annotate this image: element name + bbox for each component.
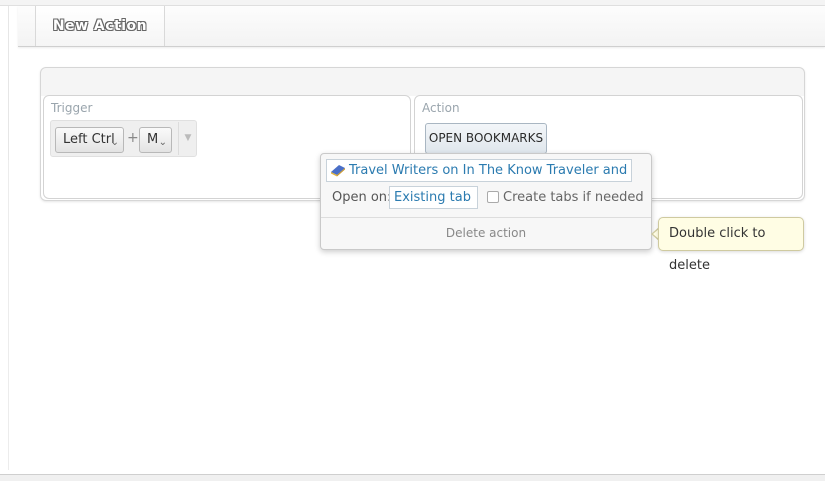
create-tabs-label: Create tabs if needed bbox=[503, 190, 644, 205]
action-label: Action bbox=[422, 101, 460, 115]
page-title-tab[interactable]: New Action bbox=[35, 6, 165, 46]
left-rail-lower bbox=[0, 160, 9, 470]
create-tabs-checkbox[interactable] bbox=[487, 191, 499, 203]
key-label: M bbox=[147, 132, 159, 147]
modifier-key-dropdown[interactable]: Left Ctrl ⌄ bbox=[55, 127, 124, 153]
key-dropdown[interactable]: M ⌄ bbox=[139, 127, 172, 153]
add-key-dropdown-icon[interactable]: ▼ bbox=[178, 122, 197, 155]
chevron-down-icon: ⌄ bbox=[110, 137, 119, 148]
popup-divider bbox=[321, 217, 651, 218]
delete-action-button[interactable]: Delete action bbox=[321, 226, 651, 240]
open-bookmarks-button[interactable]: OPEN BOOKMARKS bbox=[425, 123, 547, 154]
chevron-down-icon: ⌄ bbox=[158, 137, 167, 148]
plus-sign: + bbox=[127, 130, 139, 146]
open-on-select[interactable]: Existing tab bbox=[389, 186, 478, 209]
modifier-key-label: Left Ctrl bbox=[63, 132, 115, 147]
tooltip: Double click to delete bbox=[658, 217, 804, 273]
bookmark-selector[interactable]: Travel Writers on In The Know Traveler a… bbox=[326, 159, 632, 182]
left-rail bbox=[0, 6, 9, 160]
open-on-label: Open on: bbox=[332, 190, 392, 205]
trigger-label: Trigger bbox=[51, 101, 93, 115]
bookmark-folder-icon bbox=[331, 165, 345, 177]
